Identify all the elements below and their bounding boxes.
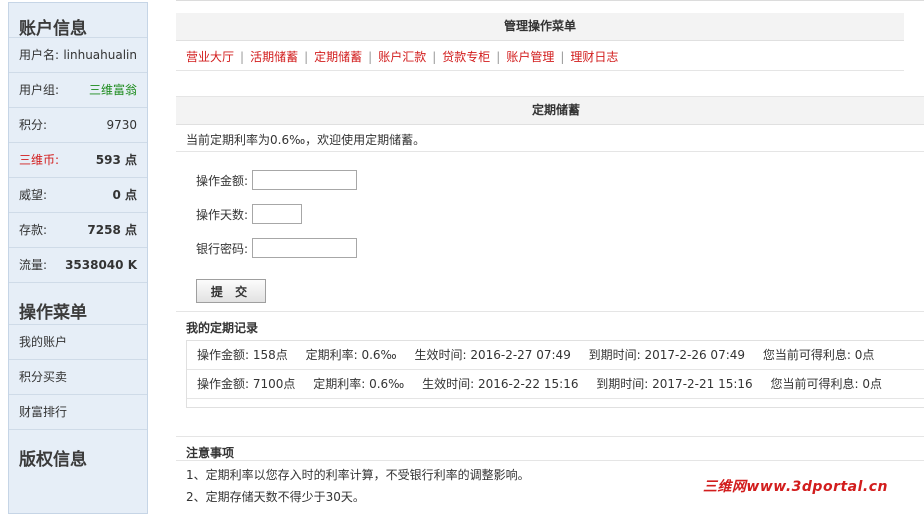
stat-value: 9730 <box>106 118 137 132</box>
amount-label: 操作金额: <box>196 173 249 188</box>
record-rate: 定期利率: 0.6‰ <box>305 348 397 362</box>
record-amount: 操作金额: 158点 <box>197 348 288 362</box>
account-info-title: 账户信息 <box>19 19 87 39</box>
nav-link-fixed-savings[interactable]: 定期储蓄 <box>314 50 362 64</box>
account-sidebar: 账户信息 用户名: linhuahualin 用户组: 三维富翁 积分: 973… <box>8 2 148 514</box>
stat-label: 积分: <box>19 118 48 132</box>
record-interest: 您当前可得利息: 0点 <box>762 348 875 362</box>
record-start: 生效时间: 2016-2-27 07:49 <box>414 348 571 362</box>
record-interest: 您当前可得利息: 0点 <box>770 377 882 391</box>
password-label: 银行密码: <box>196 241 249 256</box>
record-end: 到期时间: 2017-2-21 15:16 <box>596 377 753 391</box>
nav-link-finance-log[interactable]: 理财日志 <box>570 50 618 64</box>
nav-link-account-manage[interactable]: 账户管理 <box>506 50 554 64</box>
stat-label: 威望: <box>19 188 48 202</box>
nav-separator: | <box>304 50 309 64</box>
records-footer <box>187 399 924 407</box>
password-row: 银行密码: <box>196 231 924 265</box>
management-menu-title: 管理操作菜单 <box>176 13 904 41</box>
top-divider <box>176 0 924 4</box>
operation-menu-title: 操作菜单 <box>9 282 147 324</box>
stat-deposit: 存款: 7258 点 <box>9 212 147 247</box>
sidebar-item-wealth-ranking[interactable]: 财富排行 <box>9 394 147 429</box>
bank-password-input[interactable] <box>252 238 357 258</box>
stat-value: 593 点 <box>95 153 137 167</box>
nav-separator: | <box>560 50 565 64</box>
record-start: 生效时间: 2016-2-22 15:16 <box>422 377 579 391</box>
stat-label: 三维币: <box>19 153 60 167</box>
stat-prestige: 威望: 0 点 <box>9 177 147 212</box>
nav-separator: | <box>368 50 373 64</box>
days-input[interactable] <box>252 204 302 224</box>
copyright-title: 版权信息 <box>9 429 147 471</box>
list-item: 操作金额: 158点 定期利率: 0.6‰ 生效时间: 2016-2-27 07… <box>187 341 924 370</box>
fixed-deposit-title: 定期储蓄 <box>176 97 924 125</box>
amount-row: 操作金额: <box>196 163 924 197</box>
nav-separator: | <box>496 50 501 64</box>
stat-label: 存款: <box>19 223 48 237</box>
stat-label: 用户名: <box>19 48 60 62</box>
submit-button[interactable]: 提 交 <box>196 279 266 303</box>
stat-usergroup: 用户组: 三维富翁 <box>9 72 147 107</box>
nav-link-lobby[interactable]: 营业大厅 <box>186 50 234 64</box>
rate-info: 当前定期利率为0.6‰，欢迎使用定期储蓄。 <box>176 125 924 152</box>
stat-value: 7258 点 <box>87 223 137 237</box>
nav-separator: | <box>240 50 245 64</box>
stat-value: 三维富翁 <box>88 83 137 97</box>
fixed-deposit-panel: 定期储蓄 当前定期利率为0.6‰，欢迎使用定期储蓄。 操作金额: 操作天数: 银… <box>176 96 924 505</box>
days-row: 操作天数: <box>196 197 924 231</box>
stat-username: 用户名: linhuahualin <box>9 37 147 72</box>
sidebar-item-my-account[interactable]: 我的账户 <box>9 324 147 359</box>
stat-value: 0 点 <box>112 188 137 202</box>
sidebar-item-points-trade[interactable]: 积分买卖 <box>9 359 147 394</box>
nav-link-loans[interactable]: 贷款专柜 <box>442 50 490 64</box>
stat-label: 用户组: <box>19 83 60 97</box>
notes-title: 注意事项 <box>176 437 924 461</box>
record-rate: 定期利率: 0.6‰ <box>313 377 405 391</box>
nav-separator: | <box>432 50 437 64</box>
nav-link-current-savings[interactable]: 活期储蓄 <box>250 50 298 64</box>
deposit-form: 操作金额: 操作天数: 银行密码: 提 交 <box>176 152 924 312</box>
bank-nav: 营业大厅 | 活期储蓄 | 定期储蓄 | 账户汇款 | 贷款专柜 | 账户管理 | 理财日志 <box>176 41 904 71</box>
stat-value: 3538040 K <box>65 258 137 272</box>
record-end: 到期时间: 2017-2-26 07:49 <box>588 348 746 362</box>
stat-value: linhuahualin <box>63 48 137 62</box>
management-menu-panel: 管理操作菜单 营业大厅 | 活期储蓄 | 定期储蓄 | 账户汇款 | 贷款专柜 | 账户管理 | 理财日… <box>176 13 904 71</box>
records-list: 操作金额: 158点 定期利率: 0.6‰ 生效时间: 2016-2-27 07… <box>186 340 924 408</box>
stat-coins: 三维币: 593 点 <box>9 142 147 177</box>
site-watermark: 三维网www.3dportal.cn <box>702 479 888 495</box>
nav-link-transfer[interactable]: 账户汇款 <box>378 50 426 64</box>
list-item: 操作金额: 7100点 定期利率: 0.6‰ 生效时间: 2016-2-22 1… <box>187 370 924 399</box>
records-title: 我的定期记录 <box>186 321 259 335</box>
amount-input[interactable] <box>252 170 357 190</box>
days-label: 操作天数: <box>196 207 249 222</box>
stat-points: 积分: 9730 <box>9 107 147 142</box>
stat-label: 流量: <box>19 258 48 272</box>
stat-traffic: 流量: 3538040 K <box>9 247 147 282</box>
record-amount: 操作金额: 7100点 <box>197 377 296 391</box>
